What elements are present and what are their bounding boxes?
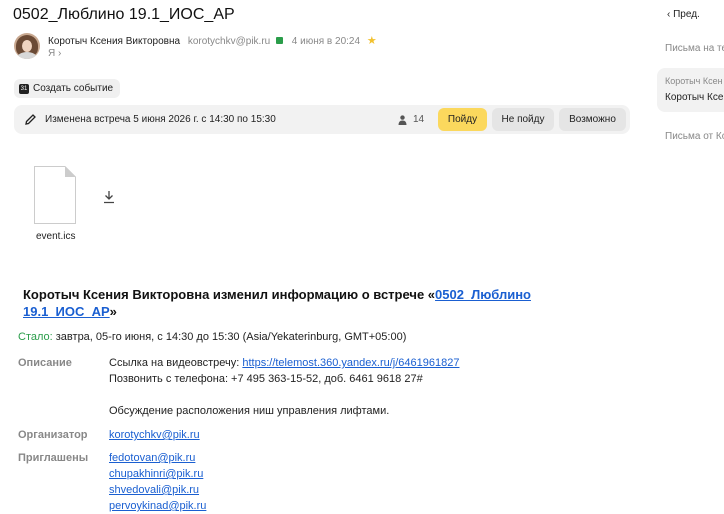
organizer-email[interactable]: korotychkv@pik.ru — [109, 429, 200, 441]
stalo-value: завтра, 05-го июня, с 14:30 до 15:30 (As… — [55, 331, 407, 343]
lock-icon — [276, 37, 283, 44]
invitee-email[interactable]: fedotovan@pik.ru — [109, 452, 195, 464]
sender-email[interactable]: korotychkv@pik.ru — [188, 36, 270, 47]
create-event-button[interactable]: 31 Создать событие — [14, 79, 121, 98]
pencil-icon — [25, 114, 36, 125]
download-icon[interactable] — [103, 190, 115, 204]
description-text: Обсуждение расположения ниш управления л… — [109, 405, 390, 417]
attendees-number: 14 — [413, 114, 425, 125]
stalo-label: Стало: — [18, 331, 53, 343]
sender-line: Коротыч Ксения Викторовна korotychkv@pik… — [48, 34, 377, 47]
star-icon[interactable]: ★ — [367, 35, 377, 47]
invitee-email[interactable]: pervoykinad@pik.ru — [109, 500, 206, 512]
message-subject: 0502_Люблино 19.1_ИОС_АР — [13, 6, 235, 23]
event-changed-text: Изменена встреча 5 июня 2026 г. с 14:30 … — [45, 114, 276, 125]
file-icon[interactable] — [34, 166, 76, 224]
invited-list: fedotovan@pik.ru chupakhinri@pik.ru shve… — [109, 450, 206, 514]
create-event-label: Создать событие — [33, 83, 114, 94]
person-icon — [398, 114, 407, 125]
phone-line: Позвонить с телефона: +7 495 363-15-52, … — [109, 373, 423, 385]
recipient-toggle[interactable]: Я › — [48, 48, 61, 59]
accept-button[interactable]: Пойду — [438, 108, 487, 131]
event-headline: Коротыч Ксения Викторовна изменил информ… — [23, 287, 531, 319]
attendees-count[interactable]: 14 — [398, 114, 424, 125]
sender-avatar[interactable] — [14, 33, 40, 59]
sidebar-item-from[interactable]: Письма от Ко — [665, 131, 724, 142]
decline-button[interactable]: Не пойду — [492, 108, 554, 131]
invitee-email[interactable]: chupakhinri@pik.ru — [109, 468, 203, 480]
prev-message-button[interactable]: ‹ Пред. — [667, 9, 700, 20]
event-bar: Изменена встреча 5 июня 2026 г. с 14:30 … — [14, 105, 630, 134]
attachment-name[interactable]: event.ics — [36, 231, 75, 242]
maybe-button[interactable]: Возможно — [559, 108, 626, 131]
description-value: Ссылка на видеовстречу: https://telemost… — [109, 357, 460, 417]
sender-name[interactable]: Коротыч Ксения Викторовна — [48, 36, 180, 47]
telemost-link[interactable]: https://telemost.360.yandex.ru/j/6461961… — [242, 357, 459, 369]
event-new-time: Стало: завтра, 05-го июня, с 14:30 до 15… — [18, 331, 406, 343]
message-pane: 0502_Люблино 19.1_ИОС_АР Коротыч Ксения … — [0, 0, 645, 512]
organizer-value: korotychkv@pik.ru — [109, 427, 200, 443]
thread-sidebar: ‹ Пред. Письма на те Коротыч Ксен Короты… — [645, 0, 724, 512]
sidebar-item-selected[interactable]: Коротыч Ксен Коротыч Ксен — [657, 68, 724, 112]
sidebar-item-to[interactable]: Письма на те — [665, 43, 724, 54]
invited-label: Приглашены — [18, 452, 89, 464]
description-label: Описание — [18, 357, 72, 369]
calendar-icon: 31 — [19, 83, 29, 94]
organizer-label: Организатор — [18, 429, 88, 441]
message-date: 4 июня в 20:24 — [291, 36, 361, 47]
invitee-email[interactable]: shvedovali@pik.ru — [109, 484, 199, 496]
